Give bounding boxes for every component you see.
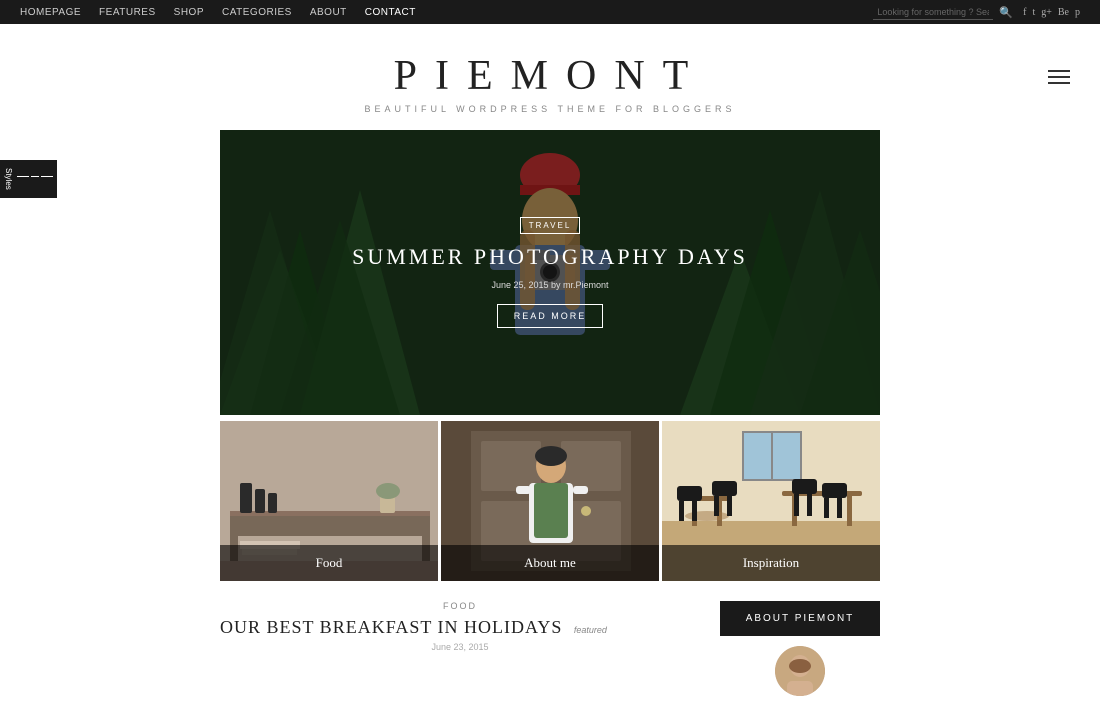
styles-button[interactable]: Styles — [0, 160, 57, 198]
search-bar: 🔍 — [873, 5, 1013, 20]
avatar — [775, 646, 825, 696]
hero-overlay: TRAVEL SUMMER PHOTOGRAPHY DAYS June 25, … — [220, 130, 880, 415]
blog-section: FOOD OUR BEST BREAKFAST IN HOLIDAYS feat… — [220, 581, 880, 706]
site-tagline: BEAUTIFUL WORDPRESS THEME FOR BLOGGERS — [20, 104, 1080, 114]
grid-item-food[interactable]: Food — [220, 421, 438, 581]
search-input[interactable] — [873, 5, 993, 20]
nav-about[interactable]: ABOUT — [310, 7, 347, 18]
nav-categories[interactable]: CATEGORIES — [222, 7, 292, 18]
behance-icon[interactable]: Be — [1058, 7, 1069, 18]
nav-shop[interactable]: SHOP — [174, 7, 204, 18]
hero-date: June 25, 2015 by mr.Piemont — [491, 280, 608, 290]
social-icons: f t g+ Be p — [1023, 7, 1080, 18]
avatar-svg — [775, 646, 825, 696]
nav-right: 🔍 f t g+ Be p — [873, 5, 1080, 20]
googleplus-icon[interactable]: g+ — [1041, 7, 1052, 18]
hero-section: TRAVEL SUMMER PHOTOGRAPHY DAYS June 25, … — [220, 130, 880, 415]
nav-features[interactable]: FEATURES — [99, 7, 156, 18]
hamburger-menu-icon[interactable] — [1048, 70, 1070, 84]
hero-title: SUMMER PHOTOGRAPHY DAYS — [352, 244, 748, 270]
styles-icon — [17, 176, 53, 177]
hero-read-more-button[interactable]: READ MORE — [497, 304, 604, 328]
hero-category-badge: TRAVEL — [520, 217, 581, 234]
pinterest-icon[interactable]: p — [1075, 7, 1080, 18]
about-piemont-button[interactable]: ABOUT PIEMONT — [720, 601, 880, 636]
blog-category-link[interactable]: FOOD — [220, 601, 700, 611]
blog-post-date: June 23, 2015 — [220, 642, 700, 652]
nav-links: HOMEPAGE FEATURES SHOP CATEGORIES ABOUT … — [20, 7, 416, 18]
featured-badge: featured — [574, 625, 607, 635]
blog-post-title: OUR BEST BREAKFAST IN HOLIDAYS featured — [220, 617, 700, 638]
grid-food-label: Food — [220, 545, 438, 581]
blog-main: FOOD OUR BEST BREAKFAST IN HOLIDAYS feat… — [220, 601, 700, 696]
category-grid: Food About me — [220, 421, 880, 581]
twitter-icon[interactable]: t — [1032, 7, 1035, 18]
facebook-icon[interactable]: f — [1023, 7, 1026, 18]
grid-inspiration-label: Inspiration — [662, 545, 880, 581]
top-navigation: HOMEPAGE FEATURES SHOP CATEGORIES ABOUT … — [0, 0, 1100, 24]
search-icon[interactable]: 🔍 — [999, 6, 1013, 19]
grid-item-inspiration[interactable]: Inspiration — [662, 421, 880, 581]
grid-about-label: About me — [441, 545, 659, 581]
site-header: PIEMONT BEAUTIFUL WORDPRESS THEME FOR BL… — [0, 24, 1100, 130]
blog-sidebar: ABOUT PIEMONT — [720, 601, 880, 696]
grid-item-about[interactable]: About me — [441, 421, 659, 581]
styles-label: Styles — [4, 168, 13, 190]
hero-background: TRAVEL SUMMER PHOTOGRAPHY DAYS June 25, … — [220, 130, 880, 415]
nav-homepage[interactable]: HOMEPAGE — [20, 7, 81, 18]
site-logo: PIEMONT — [20, 52, 1080, 100]
nav-contact[interactable]: CONTACT — [365, 7, 416, 18]
